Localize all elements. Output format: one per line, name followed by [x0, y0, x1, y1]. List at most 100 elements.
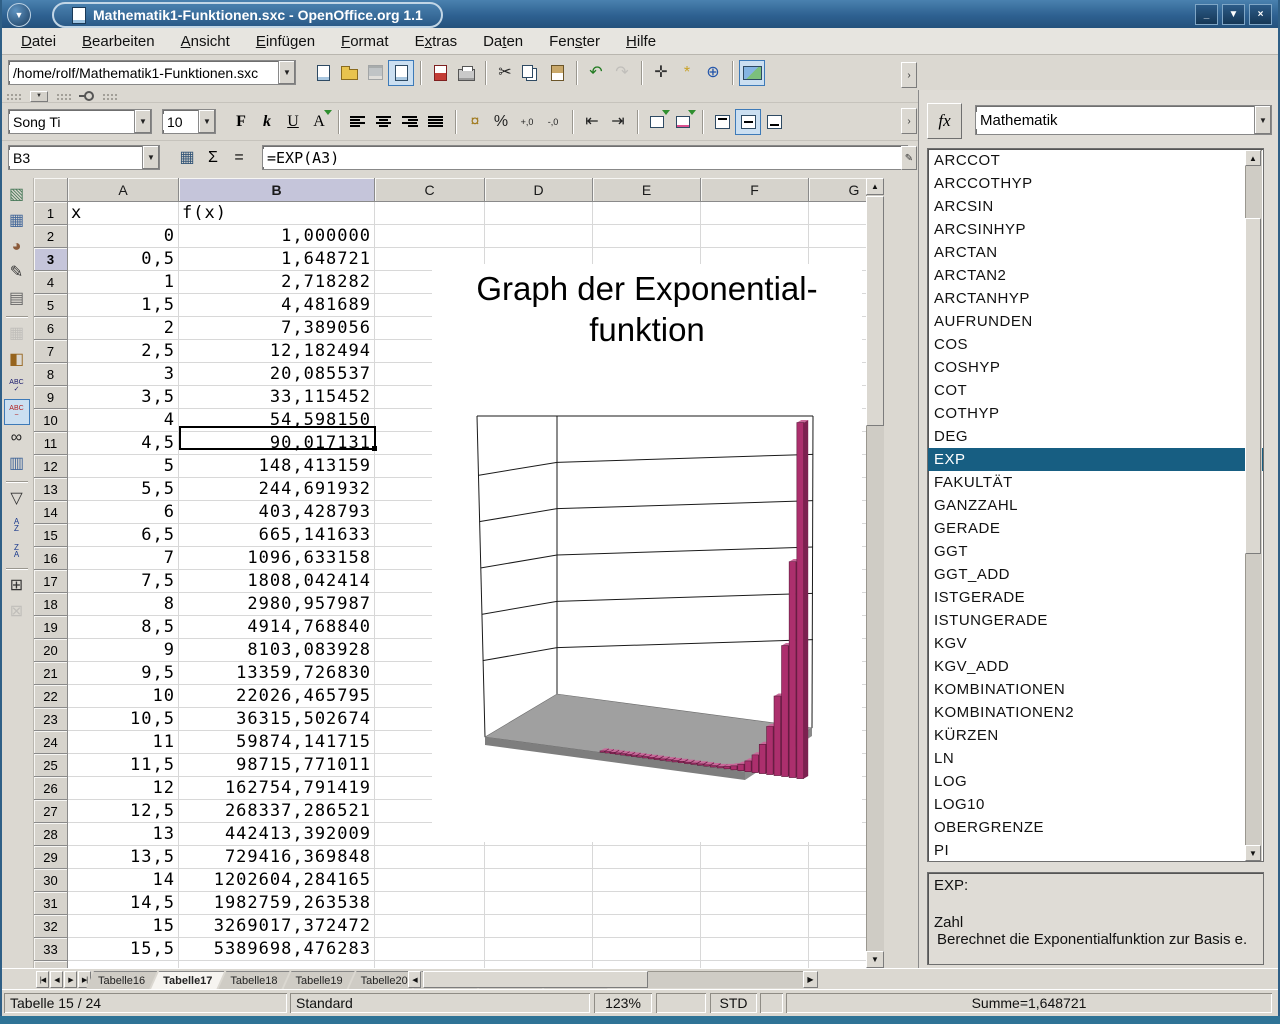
cell-A24[interactable]: 11 — [68, 731, 179, 754]
status-selection-mode[interactable]: STD — [710, 993, 757, 1013]
align-center-icon[interactable] — [371, 109, 397, 135]
italic-icon[interactable]: k — [254, 109, 280, 135]
cell-D29[interactable] — [485, 846, 593, 869]
row-header-24[interactable]: 24 — [34, 731, 68, 754]
column-header-c[interactable]: C — [375, 178, 485, 202]
cell-A29[interactable]: 13,5 — [68, 846, 179, 869]
cell-F33[interactable] — [701, 938, 809, 961]
cell-F34[interactable] — [701, 961, 809, 968]
cell-A3[interactable]: 0,5 — [68, 248, 179, 271]
autospellcheck-icon[interactable]: ABC ~ — [4, 399, 30, 425]
scroll-up-icon[interactable]: ▲ — [1245, 150, 1261, 166]
cell-B22[interactable]: 22026,465795 — [179, 685, 375, 708]
cell-A30[interactable]: 14 — [68, 869, 179, 892]
formula-input-box[interactable] — [262, 145, 908, 170]
menu-hilfe[interactable]: Hilfe — [615, 30, 667, 53]
horizontal-scrollbar[interactable]: ▶ — [423, 971, 818, 988]
cell-B21[interactable]: 13359,726830 — [179, 662, 375, 685]
horizontal-scroll-thumb[interactable] — [423, 971, 648, 988]
function-item-arccot[interactable]: ARCCOT — [928, 149, 1263, 172]
insert-object-icon[interactable]: ▧ — [4, 182, 30, 208]
url-combobox[interactable]: ▼ — [8, 60, 296, 85]
cell-B34[interactable] — [179, 961, 375, 968]
cell-B20[interactable]: 8103,083928 — [179, 639, 375, 662]
font-size-dropdown-icon[interactable]: ▼ — [198, 110, 215, 133]
underline-icon[interactable]: U — [280, 109, 306, 135]
cell-A12[interactable]: 5 — [68, 455, 179, 478]
cell-B33[interactable]: 5389698,476283 — [179, 938, 375, 961]
toolbar-overflow-icon[interactable]: › — [901, 62, 917, 88]
cell-D31[interactable] — [485, 892, 593, 915]
cell-E1[interactable] — [593, 202, 701, 225]
scroll-down-icon[interactable]: ▼ — [866, 951, 884, 968]
insert-cells-icon[interactable]: ▦ — [4, 208, 30, 234]
cell-A14[interactable]: 6 — [68, 501, 179, 524]
function-item-ggt[interactable]: GGT — [928, 540, 1263, 563]
cell-F29[interactable] — [701, 846, 809, 869]
cell-B25[interactable]: 98715,771011 — [179, 754, 375, 777]
copy-icon[interactable] — [518, 60, 544, 86]
row-header-22[interactable]: 22 — [34, 685, 68, 708]
function-item-deg[interactable]: DEG — [928, 425, 1263, 448]
cell-B30[interactable]: 1202604,284165 — [179, 869, 375, 892]
cell-B2[interactable]: 1,000000 — [179, 225, 375, 248]
column-header-e[interactable]: E — [593, 178, 701, 202]
export-pdf-icon[interactable] — [427, 60, 453, 86]
row-header-17[interactable]: 17 — [34, 570, 68, 593]
cell-A22[interactable]: 10 — [68, 685, 179, 708]
function-item-ln[interactable]: LN — [928, 747, 1263, 770]
row-header-16[interactable]: 16 — [34, 547, 68, 570]
cell-B28[interactable]: 442413,392009 — [179, 823, 375, 846]
number-format-currency-icon[interactable]: ¤ — [462, 109, 488, 135]
cell-B15[interactable]: 665,141633 — [179, 524, 375, 547]
cell-E31[interactable] — [593, 892, 701, 915]
previous-sheet-icon[interactable]: ◀ — [50, 971, 63, 988]
cell-B32[interactable]: 3269017,372472 — [179, 915, 375, 938]
function-item-arcsinhyp[interactable]: ARCSINHYP — [928, 218, 1263, 241]
row-header-9[interactable]: 9 — [34, 386, 68, 409]
first-sheet-icon[interactable]: |◀ — [36, 971, 49, 988]
vertical-scroll-thumb[interactable] — [866, 196, 884, 426]
autofilter-icon[interactable]: ▽ — [4, 486, 30, 512]
cell-B24[interactable]: 59874,141715 — [179, 731, 375, 754]
cell-A23[interactable]: 10,5 — [68, 708, 179, 731]
toolbar-grip-icon[interactable] — [102, 93, 118, 100]
function-item-arctan2[interactable]: ARCTAN2 — [928, 264, 1263, 287]
cell-A1[interactable]: x — [68, 202, 179, 225]
cell-G34[interactable] — [809, 961, 866, 968]
row-header-4[interactable]: 4 — [34, 271, 68, 294]
cell-A25[interactable]: 11,5 — [68, 754, 179, 777]
select-all-corner[interactable] — [34, 178, 68, 202]
cell-A4[interactable]: 1 — [68, 271, 179, 294]
function-item-arccothyp[interactable]: ARCCOTHYP — [928, 172, 1263, 195]
number-format-delete-decimal-icon[interactable]: -,0 — [540, 109, 566, 135]
sheet-tab-tabelle18[interactable]: Tabelle18 — [218, 971, 289, 989]
cell-B18[interactable]: 2980,957987 — [179, 593, 375, 616]
menu-einfgen[interactable]: Einfügen — [245, 30, 326, 53]
function-item-log[interactable]: LOG — [928, 770, 1263, 793]
align-center-vertically-icon[interactable] — [735, 109, 761, 135]
form-functions-icon[interactable]: ▤ — [4, 286, 30, 312]
open-document-icon[interactable] — [336, 60, 362, 86]
row-header-7[interactable]: 7 — [34, 340, 68, 363]
gallery-icon[interactable] — [739, 60, 765, 86]
cell-A6[interactable]: 2 — [68, 317, 179, 340]
cell-A9[interactable]: 3,5 — [68, 386, 179, 409]
function-icon[interactable]: = — [226, 145, 252, 171]
url-dropdown-icon[interactable]: ▼ — [278, 61, 295, 84]
cell-A5[interactable]: 1,5 — [68, 294, 179, 317]
row-header-6[interactable]: 6 — [34, 317, 68, 340]
minimize-button[interactable]: _ — [1195, 4, 1218, 25]
new-document-icon[interactable] — [310, 60, 336, 86]
sort-descending-icon[interactable]: Z A — [4, 538, 30, 564]
row-header-10[interactable]: 10 — [34, 409, 68, 432]
toolbar-grip-icon[interactable] — [6, 93, 22, 100]
cell-D30[interactable] — [485, 869, 593, 892]
function-item-kgv_add[interactable]: KGV_ADD — [928, 655, 1263, 678]
name-box[interactable]: ▼ — [8, 145, 160, 170]
align-justify-icon[interactable] — [423, 109, 449, 135]
menu-fenster[interactable]: Fenster — [538, 30, 611, 53]
cell-A17[interactable]: 7,5 — [68, 570, 179, 593]
cell-G32[interactable] — [809, 915, 866, 938]
collapse-toolbar-icon[interactable]: ▼ — [30, 91, 48, 102]
